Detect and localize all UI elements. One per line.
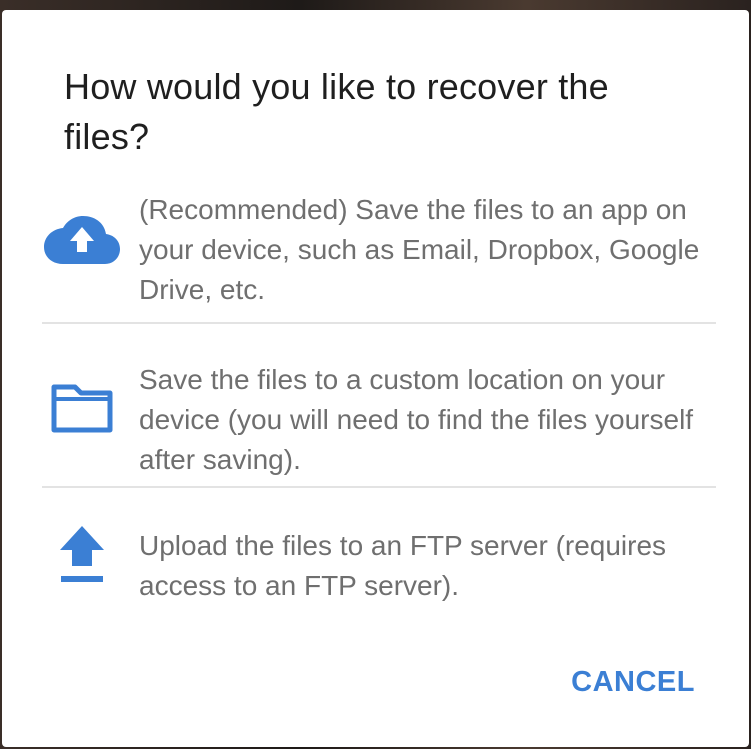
cloud-upload-icon <box>42 208 122 272</box>
folder-icon <box>42 376 122 440</box>
dialog-title: How would you like to recover the files? <box>64 66 609 157</box>
recover-files-dialog: How would you like to recover the files?… <box>2 10 749 747</box>
upload-icon <box>42 522 122 586</box>
cancel-button[interactable]: CANCEL <box>571 662 695 702</box>
option-save-to-app[interactable]: (Recommended) Save the files to an app o… <box>2 182 749 322</box>
option-save-to-custom-location[interactable]: Save the files to a custom location on y… <box>2 346 749 486</box>
divider <box>42 322 716 324</box>
option-label: Save the files to a custom location on y… <box>139 364 694 475</box>
option-label: (Recommended) Save the files to an app o… <box>139 194 700 305</box>
option-label: Upload the files to an FTP server (requi… <box>139 530 667 601</box>
option-upload-to-ftp[interactable]: Upload the files to an FTP server (requi… <box>2 508 749 618</box>
divider <box>42 486 716 488</box>
